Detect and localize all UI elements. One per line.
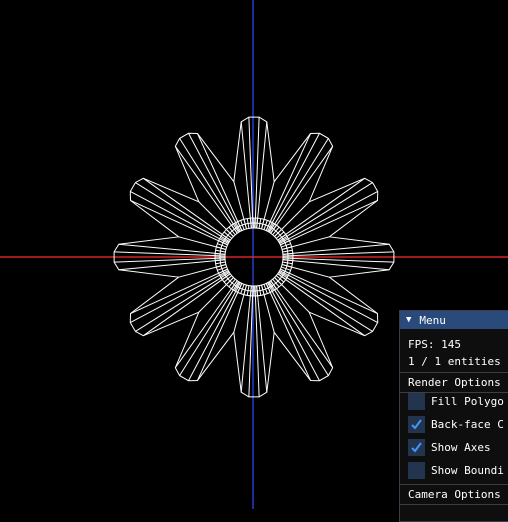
triangle-down-icon[interactable]: ▼ [406, 315, 411, 325]
gear-edge [279, 191, 378, 244]
checkmark-icon [411, 419, 422, 430]
gear-edge [135, 182, 230, 243]
gear-edge [280, 268, 378, 314]
gear-edge [179, 138, 240, 233]
gear-edge [278, 182, 373, 243]
fps-readout: FPS: 145 [408, 338, 461, 351]
gear-edge [130, 270, 229, 323]
checkmark-icon [411, 442, 422, 453]
gear-edge [130, 268, 228, 314]
divider [400, 504, 508, 505]
menu-titlebar[interactable]: ▼ Menu [400, 311, 508, 329]
gear-edge [267, 282, 320, 381]
fill-polygons-toggle[interactable]: Fill Polygo [408, 393, 504, 410]
checkbox[interactable] [408, 462, 425, 479]
menu-window[interactable]: ▼ Menu FPS: 145 1 / 1 entities Render Op… [399, 310, 508, 522]
show-axes-toggle[interactable]: Show Axes [408, 439, 491, 456]
gear-edge [280, 200, 378, 246]
gear-edge [265, 133, 311, 231]
divider [400, 372, 508, 373]
gear-edge [130, 200, 228, 246]
checkbox-label: Show Axes [431, 441, 491, 454]
entity-count: 1 / 1 entities [408, 355, 501, 368]
gear-edge [267, 133, 320, 232]
gear-edge [188, 133, 241, 232]
gear-edge [197, 283, 243, 381]
checkbox[interactable] [408, 416, 425, 433]
menu-title: Menu [419, 313, 446, 327]
gear-edge [179, 281, 240, 376]
checkbox[interactable] [408, 439, 425, 456]
camera-options-header: Camera Options [408, 488, 501, 501]
gear-edge [130, 191, 229, 244]
gear-edge [265, 283, 311, 381]
gear-edge [197, 133, 243, 231]
gear-edge [279, 270, 378, 323]
checkbox-label: Show Boundi [431, 464, 504, 477]
backface-culling-toggle[interactable]: Back-face C [408, 416, 504, 433]
checkbox-label: Fill Polygo [431, 395, 504, 408]
render-options-header: Render Options [408, 376, 501, 389]
checkbox[interactable] [408, 393, 425, 410]
gear-edge [135, 271, 230, 332]
gear-edge [268, 281, 329, 376]
divider [400, 484, 508, 485]
checkbox-label: Back-face C [431, 418, 504, 431]
gear-edge [188, 282, 241, 381]
gear-edge [278, 271, 373, 332]
show-bounding-toggle[interactable]: Show Boundi [408, 462, 504, 479]
gear-edge [268, 138, 329, 233]
